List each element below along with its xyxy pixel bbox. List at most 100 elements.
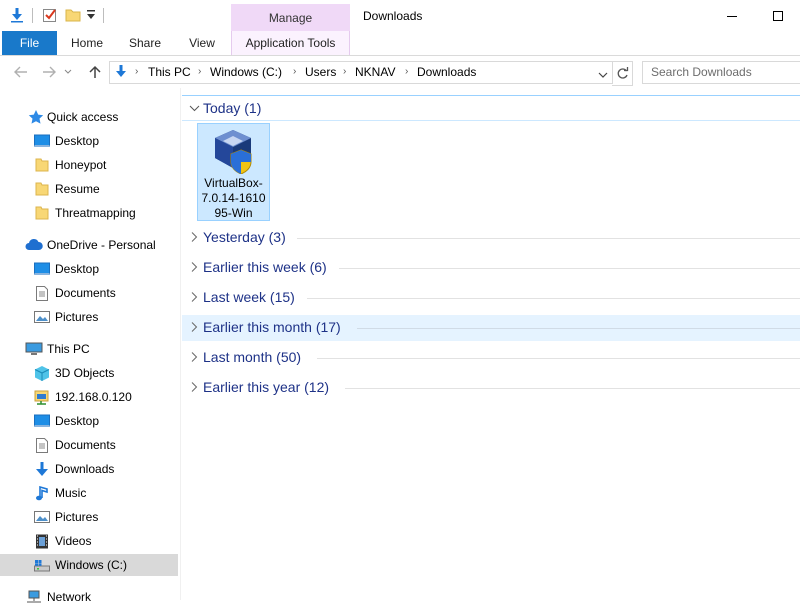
checkbox-icon[interactable]: [42, 7, 58, 23]
nav-label: Resume: [55, 182, 100, 196]
chevron-right-icon[interactable]: ›: [135, 66, 138, 77]
nav-onedrive-desktop[interactable]: Desktop: [0, 258, 178, 280]
film-icon: [35, 534, 51, 549]
file-item-virtualbox[interactable]: VirtualBox- 7.0.14-1610 95-Win: [197, 123, 270, 221]
back-button[interactable]: [10, 63, 32, 81]
nav-label: Desktop: [55, 262, 100, 276]
nav-label: Music: [55, 486, 87, 500]
nav-pc-music[interactable]: Music: [0, 482, 178, 504]
chevron-right-icon[interactable]: [189, 260, 199, 274]
nav-label: Desktop: [55, 134, 100, 148]
nav-label: 3D Objects: [55, 366, 115, 380]
nav-pc-pictures[interactable]: Pictures: [0, 506, 178, 528]
address-dropdown-icon[interactable]: [598, 68, 608, 82]
refresh-button[interactable]: [612, 61, 633, 86]
recent-locations-button[interactable]: [61, 63, 75, 81]
forward-button[interactable]: [38, 63, 60, 81]
chevron-right-icon[interactable]: ›: [293, 66, 296, 77]
window-title: Downloads: [363, 9, 423, 23]
chevron-right-icon[interactable]: [189, 350, 199, 364]
chevron-down-icon[interactable]: [189, 101, 200, 115]
downloads-location-icon: [113, 64, 129, 83]
qat-dropdown-icon[interactable]: [86, 9, 102, 25]
nav-label: 192.168.0.120: [55, 390, 132, 404]
file-name-line: VirtualBox-: [204, 176, 263, 190]
group-last-month[interactable]: Last month (50): [182, 345, 800, 371]
group-earlier-this-week[interactable]: Earlier this week (6): [182, 255, 800, 281]
group-label: Last month (50): [203, 349, 302, 365]
properties-icon[interactable]: [9, 7, 25, 23]
group-divider: [357, 328, 800, 329]
title-bar: Manage Downloads: [0, 0, 800, 31]
crumb-downloads[interactable]: Downloads: [417, 65, 476, 79]
chevron-right-icon[interactable]: [189, 380, 199, 394]
tab-view[interactable]: View: [178, 31, 226, 55]
chevron-right-icon[interactable]: ›: [343, 66, 346, 77]
nav-label: OneDrive - Personal: [47, 238, 156, 252]
nav-network-share[interactable]: 192.168.0.120: [0, 386, 178, 408]
nav-3d-objects[interactable]: 3D Objects: [0, 362, 178, 384]
nav-pc-documents[interactable]: Documents: [0, 434, 178, 456]
group-divider: [307, 298, 800, 299]
virtualbox-installer-icon: [211, 128, 259, 177]
download-arrow-icon: [34, 462, 50, 476]
group-last-week[interactable]: Last week (15): [182, 285, 800, 311]
nav-onedrive-pictures[interactable]: Pictures: [0, 306, 178, 328]
network-drive-icon: [34, 390, 50, 405]
minimize-button[interactable]: [710, 0, 754, 31]
tab-application-tools[interactable]: Application Tools: [231, 31, 350, 55]
nav-quick-honeypot[interactable]: Honeypot: [0, 154, 178, 176]
group-yesterday[interactable]: Yesterday (3): [182, 225, 800, 251]
drive-icon: [34, 558, 50, 572]
file-name-line: 95-Win: [214, 206, 253, 220]
maximize-button[interactable]: [756, 0, 800, 31]
chevron-right-icon[interactable]: ›: [198, 66, 201, 77]
nav-quick-desktop[interactable]: Desktop: [0, 130, 178, 152]
search-box[interactable]: [642, 61, 800, 84]
nav-quick-threatmapping[interactable]: Threatmapping: [0, 202, 178, 224]
nav-onedrive-documents[interactable]: Documents: [0, 282, 178, 304]
new-folder-icon[interactable]: [65, 7, 81, 23]
nav-windows-c[interactable]: Windows (C:): [0, 554, 178, 576]
nav-quick-resume[interactable]: Resume: [0, 178, 178, 200]
computer-icon: [25, 342, 43, 356]
group-label: Yesterday (3): [203, 229, 286, 245]
tab-file[interactable]: File: [2, 31, 57, 55]
nav-pc-desktop[interactable]: Desktop: [0, 410, 178, 432]
group-divider: [317, 358, 800, 359]
group-earlier-this-year[interactable]: Earlier this year (12): [182, 375, 800, 401]
chevron-right-icon[interactable]: ›: [405, 66, 408, 77]
nav-network[interactable]: Network: [0, 586, 178, 608]
group-divider: [339, 268, 800, 269]
nav-label: Documents: [55, 286, 116, 300]
cloud-icon: [25, 238, 43, 252]
cube-icon: [34, 366, 50, 381]
crumb-windows-c[interactable]: Windows (C:): [210, 65, 282, 79]
nav-quick-access[interactable]: Quick access: [0, 106, 178, 128]
pictures-icon: [34, 510, 50, 524]
pictures-icon: [34, 310, 50, 324]
crumb-this-pc[interactable]: This PC: [148, 65, 191, 79]
nav-this-pc[interactable]: This PC: [0, 338, 178, 360]
tab-share[interactable]: Share: [121, 31, 169, 55]
address-bar[interactable]: › This PC › Windows (C:) › Users › NKNAV…: [109, 61, 613, 84]
nav-pc-videos[interactable]: Videos: [0, 530, 178, 552]
crumb-users[interactable]: Users: [305, 65, 336, 79]
nav-pc-downloads[interactable]: Downloads: [0, 458, 178, 480]
crumb-nknav[interactable]: NKNAV: [355, 65, 395, 79]
group-earlier-this-month[interactable]: Earlier this month (17): [182, 315, 800, 341]
chevron-right-icon[interactable]: [189, 290, 199, 304]
desktop-icon: [34, 414, 50, 428]
pane-divider[interactable]: [180, 88, 181, 600]
chevron-right-icon[interactable]: [189, 230, 199, 244]
chevron-right-icon[interactable]: [189, 320, 199, 334]
nav-label: Desktop: [55, 414, 100, 428]
music-icon: [35, 485, 51, 501]
search-input[interactable]: [651, 65, 791, 79]
up-button[interactable]: [84, 63, 106, 81]
tab-home[interactable]: Home: [63, 31, 111, 55]
qat-separator: [103, 8, 104, 23]
group-today[interactable]: Today (1): [182, 95, 800, 121]
nav-onedrive[interactable]: OneDrive - Personal: [0, 234, 178, 256]
nav-label: Threatmapping: [55, 206, 136, 220]
